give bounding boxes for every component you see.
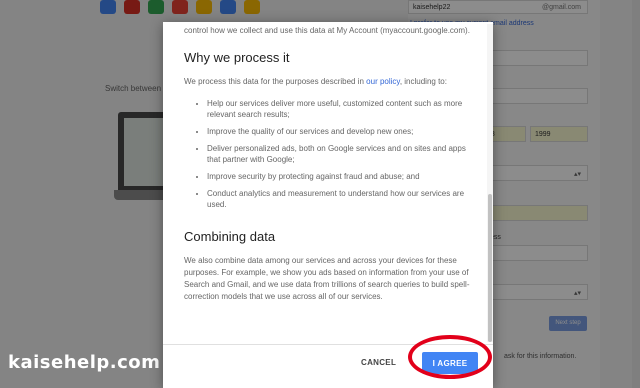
intro-paragraph: control how we collect and use this data… xyxy=(184,26,470,35)
dialog-scrollbar[interactable] xyxy=(487,24,493,342)
list-item: Deliver personalized ads, both on Google… xyxy=(207,143,471,165)
purpose-text-end: , including to: xyxy=(399,77,447,86)
our-policy-link[interactable]: our policy xyxy=(366,77,400,86)
privacy-terms-dialog: control how we collect and use this data… xyxy=(163,22,493,388)
dialog-scrollbar-thumb[interactable] xyxy=(488,194,492,342)
purpose-list: Help our services deliver more useful, c… xyxy=(207,98,471,210)
list-item: Conduct analytics and measurement to und… xyxy=(207,188,471,210)
section-heading-why: Why we process it xyxy=(184,50,290,65)
watermark-text: kaisehelp.com xyxy=(8,352,161,373)
list-item: Help our services deliver more useful, c… xyxy=(207,98,471,120)
dialog-body: control how we collect and use this data… xyxy=(163,22,493,344)
combining-paragraph: We also combine data among our services … xyxy=(184,256,470,301)
section-heading-combining: Combining data xyxy=(184,229,276,244)
i-agree-button[interactable]: I AGREE xyxy=(422,352,478,374)
cancel-button[interactable]: CANCEL xyxy=(361,358,396,367)
dialog-footer: CANCEL I AGREE xyxy=(163,344,493,388)
purpose-paragraph: We process this data for the purposes de… xyxy=(184,76,471,88)
list-item: Improve security by protecting against f… xyxy=(207,171,471,182)
list-item: Improve the quality of our services and … xyxy=(207,126,471,137)
purpose-text-start: We process this data for the purposes de… xyxy=(184,77,367,86)
